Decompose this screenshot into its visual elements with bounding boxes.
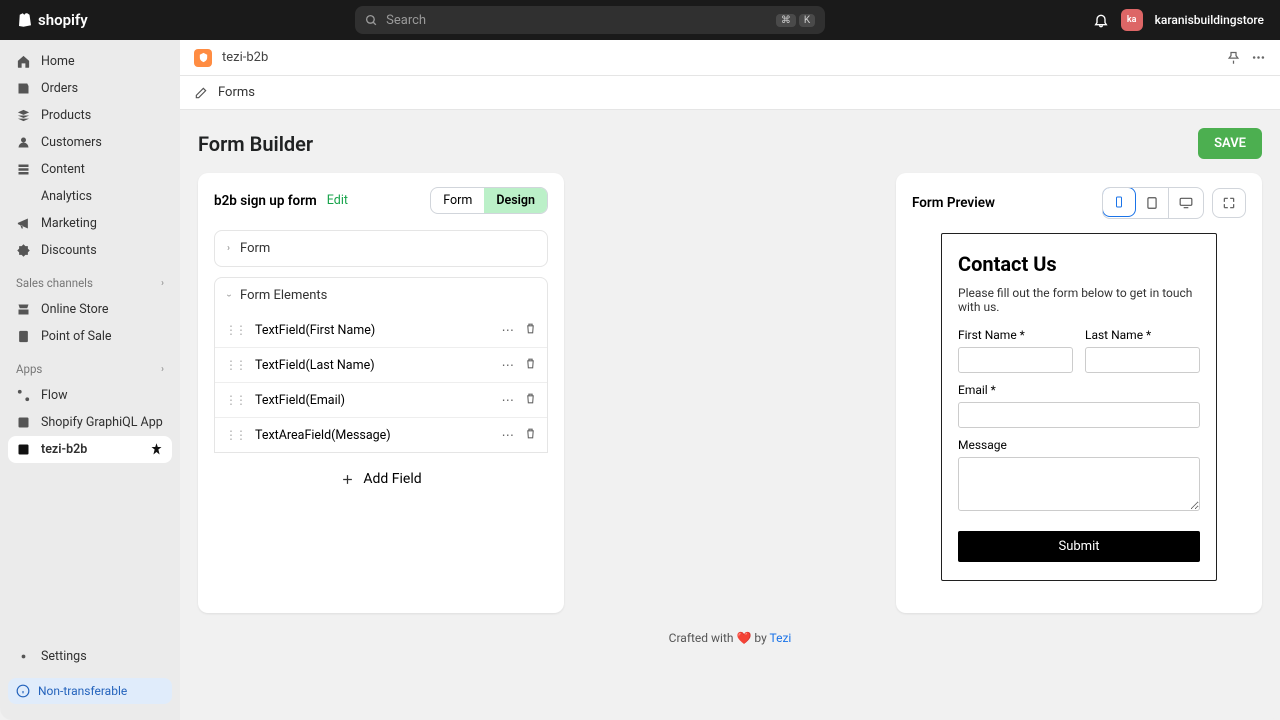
edit-icon [194, 86, 208, 100]
notifications-icon[interactable] [1093, 12, 1109, 28]
app-header: tezi-b2b [180, 40, 1280, 76]
preview-panel: Form Preview Contact Us Please fill out … [896, 173, 1262, 613]
more-icon[interactable] [1251, 50, 1266, 65]
username[interactable]: karanisbuildingstore [1155, 13, 1264, 27]
last-name-input[interactable] [1085, 347, 1200, 373]
pin-icon[interactable] [1226, 50, 1241, 65]
more-icon[interactable]: ⋯ [502, 392, 515, 408]
search-input[interactable]: Search ⌘K [355, 6, 825, 34]
delete-icon[interactable] [524, 357, 537, 370]
drag-handle-icon[interactable]: ⋮⋮ [225, 323, 245, 337]
form-preview-card: Contact Us Please fill out the form belo… [941, 233, 1217, 581]
nav-customers[interactable]: Customers [8, 129, 172, 156]
nav-online-store[interactable]: Online Store [8, 296, 172, 323]
plus-icon [340, 472, 355, 487]
more-icon[interactable]: ⋯ [502, 427, 515, 443]
device-desktop-button[interactable] [1169, 188, 1203, 218]
nav-analytics[interactable]: Analytics [8, 183, 172, 210]
avatar[interactable]: ka [1121, 9, 1143, 31]
tab-form[interactable]: Form [431, 188, 484, 213]
message-label: Message [958, 438, 1200, 452]
message-input[interactable] [958, 457, 1200, 511]
nav-flow[interactable]: Flow [8, 382, 172, 409]
field-list: ⋮⋮TextField(First Name)⋯ ⋮⋮TextField(Las… [214, 313, 548, 453]
nav-content[interactable]: Content [8, 156, 172, 183]
device-tablet-button[interactable] [1135, 188, 1169, 218]
info-icon [16, 684, 30, 698]
submit-button[interactable]: Submit [958, 531, 1200, 562]
drag-handle-icon[interactable]: ⋮⋮ [225, 393, 245, 407]
last-name-label: Last Name * [1085, 328, 1200, 342]
delete-icon[interactable] [524, 322, 537, 335]
nav-tezi-b2b[interactable]: tezi-b2b [8, 436, 172, 463]
page-title: Form Builder [198, 132, 313, 156]
delete-icon[interactable] [524, 392, 537, 405]
form-design-toggle: Form Design [430, 187, 548, 214]
preview-title: Form Preview [912, 195, 995, 211]
apps-header[interactable]: Apps› [8, 356, 172, 382]
chevron-right-icon: › [161, 278, 164, 289]
brand-text: shopify [38, 11, 88, 29]
drag-handle-icon[interactable]: ⋮⋮ [225, 358, 245, 372]
add-field-button[interactable]: Add Field [214, 463, 548, 495]
preview-heading: Contact Us [958, 252, 1200, 276]
more-icon[interactable]: ⋯ [502, 322, 515, 338]
field-row[interactable]: ⋮⋮TextField(Last Name)⋯ [215, 348, 547, 383]
sales-channels-header[interactable]: Sales channels› [8, 270, 172, 296]
edit-name-link[interactable]: Edit [327, 193, 348, 208]
email-input[interactable] [958, 402, 1200, 428]
search-icon [365, 14, 378, 27]
pin-icon [149, 442, 164, 457]
footer: Crafted with ❤️ by Tezi [198, 613, 1262, 653]
field-row[interactable]: ⋮⋮TextAreaField(Message)⋯ [215, 418, 547, 452]
tezi-link[interactable]: Tezi [770, 631, 792, 645]
non-transferable-badge[interactable]: Non-transferable [8, 678, 172, 704]
save-button[interactable]: SAVE [1198, 128, 1262, 159]
preview-description: Please fill out the form below to get in… [958, 286, 1200, 314]
accordion-form[interactable]: › Form [214, 230, 548, 267]
app-name: tezi-b2b [222, 50, 268, 65]
form-name: b2b sign up form [214, 193, 317, 209]
builder-panel: b2b sign up form Edit Form Design › Form… [198, 173, 564, 613]
nav-home[interactable]: Home [8, 48, 172, 75]
field-row[interactable]: ⋮⋮TextField(First Name)⋯ [215, 313, 547, 348]
app-icon [194, 49, 212, 67]
chevron-down-icon: › [223, 294, 234, 297]
email-label: Email * [958, 383, 1200, 397]
breadcrumb[interactable]: Forms [180, 76, 1280, 110]
chevron-right-icon: › [227, 243, 230, 254]
shopify-icon [16, 11, 34, 29]
sidebar: Home Orders Products Customers Content A… [0, 40, 180, 720]
brand-logo[interactable]: shopify [16, 11, 88, 29]
tab-design[interactable]: Design [484, 188, 547, 213]
expand-button[interactable] [1212, 188, 1246, 218]
delete-icon[interactable] [524, 427, 537, 440]
nav-products[interactable]: Products [8, 102, 172, 129]
nav-discounts[interactable]: Discounts [8, 237, 172, 264]
accordion-elements[interactable]: › Form Elements [214, 277, 548, 313]
field-row[interactable]: ⋮⋮TextField(Email)⋯ [215, 383, 547, 418]
device-mobile-button[interactable] [1102, 187, 1136, 217]
first-name-input[interactable] [958, 347, 1073, 373]
nav-graphiql[interactable]: Shopify GraphiQL App [8, 409, 172, 436]
more-icon[interactable]: ⋯ [502, 357, 515, 373]
chevron-right-icon: › [161, 364, 164, 375]
nav-settings[interactable]: Settings [8, 643, 172, 670]
topbar: shopify Search ⌘K ka karanisbuildingstor… [0, 0, 1280, 40]
nav-pos[interactable]: Point of Sale [8, 323, 172, 350]
first-name-label: First Name * [958, 328, 1073, 342]
search-placeholder: Search [386, 13, 426, 28]
search-shortcut: ⌘K [776, 14, 815, 27]
nav-orders[interactable]: Orders [8, 75, 172, 102]
nav-marketing[interactable]: Marketing [8, 210, 172, 237]
drag-handle-icon[interactable]: ⋮⋮ [225, 428, 245, 442]
